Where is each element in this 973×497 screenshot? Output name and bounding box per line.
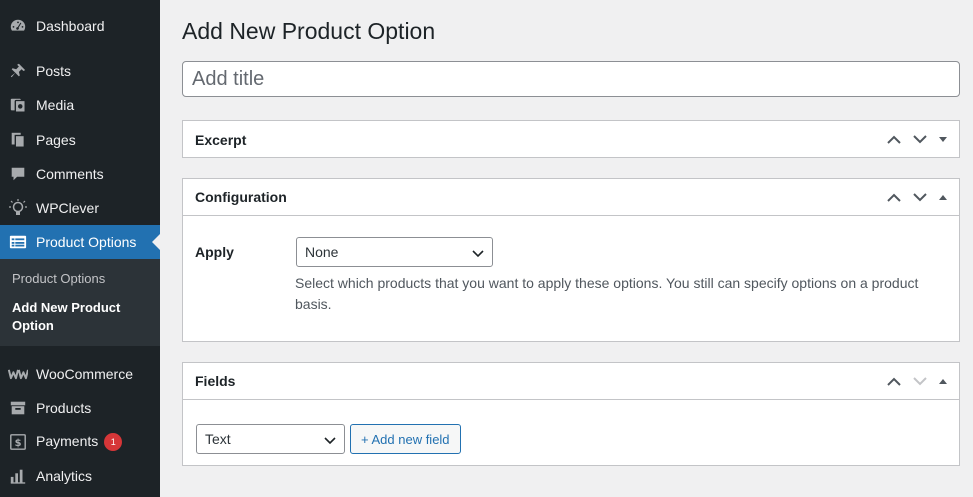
move-up-icon[interactable] bbox=[881, 363, 907, 399]
fields-title: Fields bbox=[195, 373, 236, 389]
sidebar-item-media[interactable]: Media bbox=[0, 88, 160, 122]
field-type-select[interactable]: Text bbox=[196, 424, 345, 454]
sidebar-item-comments[interactable]: Comments bbox=[0, 157, 160, 191]
excerpt-handle-actions bbox=[881, 121, 953, 157]
apply-select[interactable]: None bbox=[296, 237, 493, 267]
sidebar-item-posts[interactable]: Posts bbox=[0, 54, 160, 88]
submenu-item-product-options[interactable]: Product Options bbox=[12, 270, 152, 288]
fields-header[interactable]: Fields bbox=[183, 363, 959, 400]
admin-sidebar: Dashboard Posts Media Pages Comments WPC… bbox=[0, 0, 160, 497]
excerpt-metabox: Excerpt bbox=[182, 120, 960, 158]
chevron-down-icon bbox=[324, 433, 336, 449]
move-up-icon[interactable] bbox=[881, 121, 907, 157]
apply-label: Apply bbox=[195, 244, 234, 260]
sidebar-submenu: Product Options Add New Product Option bbox=[0, 259, 160, 346]
archive-icon bbox=[8, 398, 28, 418]
move-down-icon[interactable] bbox=[907, 179, 933, 215]
sidebar-item-label: Media bbox=[36, 97, 75, 113]
payments-count-badge: 1 bbox=[104, 433, 123, 452]
sidebar-item-analytics[interactable]: Analytics bbox=[0, 459, 160, 493]
fields-handle-actions bbox=[881, 363, 953, 399]
sidebar-item-label: Comments bbox=[36, 166, 104, 182]
toggle-panel-icon[interactable] bbox=[933, 363, 953, 399]
title-input[interactable] bbox=[182, 61, 960, 97]
configuration-handle-actions bbox=[881, 179, 953, 215]
fields-body: Text + Add new field bbox=[183, 400, 959, 465]
sidebar-item-label: Pages bbox=[36, 132, 76, 148]
field-type-value: Text bbox=[205, 431, 231, 447]
excerpt-title: Excerpt bbox=[195, 131, 247, 148]
sidebar-item-woocommerce[interactable]: WooCommerce bbox=[0, 357, 160, 391]
chart-bar-icon bbox=[8, 466, 28, 486]
page-title: Add New Product Option bbox=[182, 18, 436, 44]
sidebar-item-dashboard[interactable]: Dashboard bbox=[0, 9, 160, 43]
chevron-down-icon bbox=[472, 246, 484, 262]
configuration-title: Configuration bbox=[195, 189, 287, 205]
fields-metabox: Fields Text + Add new field bbox=[182, 362, 960, 466]
add-new-field-button[interactable]: + Add new field bbox=[350, 424, 461, 454]
submenu-item-add-new[interactable]: Add New Product Option bbox=[12, 299, 152, 335]
sidebar-item-label: Payments 1 bbox=[36, 433, 123, 452]
toggle-panel-icon[interactable] bbox=[933, 179, 953, 215]
sidebar-item-label: Dashboard bbox=[36, 18, 105, 34]
apply-select-value: None bbox=[305, 244, 339, 260]
move-down-icon[interactable] bbox=[907, 121, 933, 157]
comment-icon bbox=[8, 164, 28, 184]
apply-description: Select which products that you want to a… bbox=[295, 275, 919, 312]
configuration-header[interactable]: Configuration bbox=[183, 179, 959, 216]
sidebar-item-label: Analytics bbox=[36, 468, 93, 484]
configuration-metabox: Configuration Apply None Select which pr… bbox=[182, 178, 960, 342]
sidebar-item-label: Posts bbox=[36, 63, 72, 79]
sidebar-item-payments[interactable]: $ Payments 1 bbox=[0, 425, 160, 459]
move-up-icon[interactable] bbox=[881, 179, 907, 215]
sidebar-item-wpclever[interactable]: WPClever bbox=[0, 191, 160, 225]
sidebar-item-label: Products bbox=[36, 400, 92, 416]
list-view-icon bbox=[8, 232, 28, 252]
sidebar-item-pages[interactable]: Pages bbox=[0, 123, 160, 157]
excerpt-header[interactable]: Excerpt bbox=[183, 121, 959, 158]
sidebar-item-label: Product Options bbox=[36, 234, 137, 250]
toggle-panel-icon[interactable] bbox=[933, 121, 953, 157]
payments-icon: $ bbox=[8, 432, 28, 452]
pin-icon bbox=[8, 61, 28, 81]
dashboard-icon bbox=[8, 16, 28, 36]
sidebar-item-products[interactable]: Products bbox=[0, 391, 160, 425]
sidebar-item-label: WPClever bbox=[36, 200, 100, 216]
media-icon bbox=[8, 95, 28, 115]
sidebar-item-product-options[interactable]: Product Options bbox=[0, 225, 160, 259]
lightbulb-icon bbox=[8, 198, 28, 218]
configuration-body: Apply None Select which products that yo… bbox=[183, 216, 959, 341]
move-down-icon bbox=[907, 363, 933, 399]
svg-text:$: $ bbox=[15, 438, 22, 449]
pages-icon bbox=[8, 130, 28, 150]
woo-icon bbox=[8, 364, 28, 384]
sidebar-item-label: WooCommerce bbox=[36, 366, 133, 382]
